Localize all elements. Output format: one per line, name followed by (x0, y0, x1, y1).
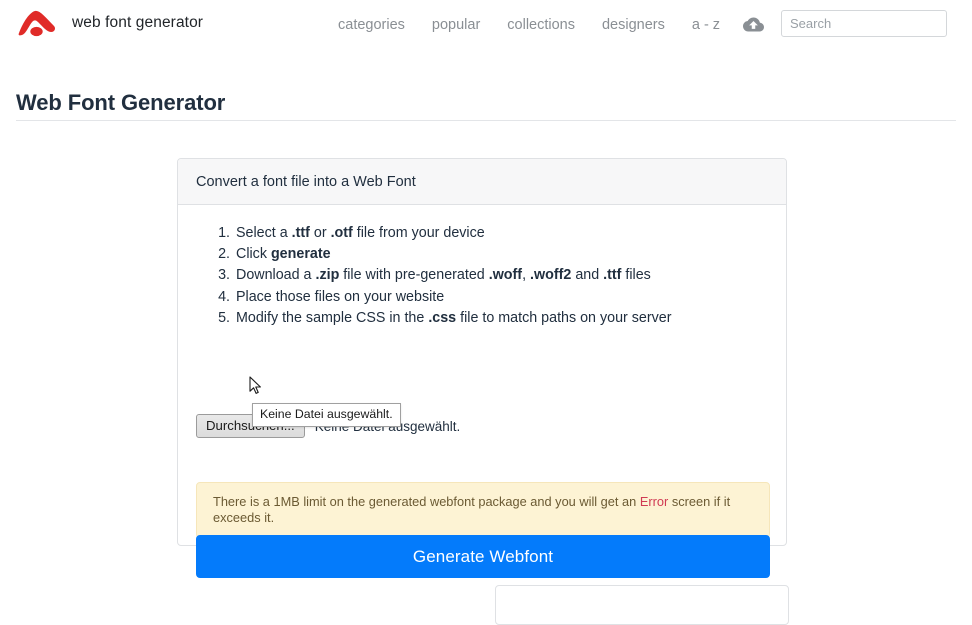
step-emphasis: .css (428, 309, 457, 326)
instruction-step: Modify the sample CSS in the .css file t… (234, 308, 768, 329)
step-text: file with pre-generated (339, 267, 489, 284)
nav-link-a-z[interactable]: a - z (692, 17, 720, 33)
card-body: Select a .ttf or .otf file from your dev… (178, 205, 786, 578)
alert-text-prefix: There is a 1MB limit on the generated we… (213, 494, 640, 509)
nav-link-categories[interactable]: categories (338, 17, 405, 33)
red-arrow-logo-icon (16, 8, 58, 38)
alert-error-word: Error (639, 494, 669, 509)
instruction-step: Download a .zip file with pre-generated … (234, 265, 768, 286)
search-input[interactable] (781, 10, 947, 37)
nav-link-popular[interactable]: popular (432, 17, 480, 33)
step-text: file to match paths on your server (456, 309, 672, 326)
step-text: file from your device (352, 225, 485, 241)
cloud-upload-icon[interactable] (743, 14, 765, 35)
instruction-steps-list: Select a .ttf or .otf file from your dev… (196, 223, 768, 329)
step-emphasis: .woff2 (530, 267, 572, 284)
nav-link-designers[interactable]: designers (602, 17, 665, 33)
step-text: Modify the sample CSS in the (236, 309, 429, 326)
step-text: or (309, 225, 331, 241)
next-section-panel (495, 585, 789, 625)
step-emphasis: .zip (315, 267, 340, 284)
title-divider (16, 120, 956, 121)
file-input-tooltip: Keine Datei ausgewählt. (252, 403, 401, 427)
card-header: Convert a font file into a Web Font (178, 159, 786, 205)
brand-home-link[interactable]: web font generator (16, 6, 203, 40)
step-emphasis: .otf (330, 225, 353, 241)
size-limit-alert: There is a 1MB limit on the generated we… (196, 482, 770, 538)
step-text: Download a (236, 267, 316, 284)
step-emphasis: .ttf (603, 267, 622, 284)
generate-webfont-button[interactable]: Generate Webfont (196, 535, 770, 578)
webfont-converter-card: Convert a font file into a Web Font Sele… (177, 158, 787, 578)
instruction-step: Select a .ttf or .otf file from your dev… (234, 223, 768, 244)
step-text: Click (236, 246, 271, 263)
top-navigation-bar: web font generator categories popular co… (0, 0, 972, 47)
page-title: Web Font Generator (16, 90, 226, 115)
step-emphasis: .ttf (291, 225, 310, 241)
step-emphasis: generate (270, 246, 331, 263)
step-emphasis: .woff (488, 267, 523, 284)
step-text: , (522, 267, 531, 284)
main-nav: categories popular collections designers… (338, 14, 829, 35)
step-text: Place those files on your website (236, 288, 445, 305)
nav-link-collections[interactable]: collections (507, 17, 575, 33)
instruction-step: Place those files on your website (234, 287, 768, 308)
step-text: Select a (236, 225, 292, 241)
brand-name-label: web font generator (72, 14, 204, 31)
instruction-step: Click generate (234, 244, 768, 265)
step-text: and (571, 267, 604, 284)
card-header-title: Convert a font file into a Web Font (196, 173, 416, 190)
step-text: files (621, 267, 651, 284)
